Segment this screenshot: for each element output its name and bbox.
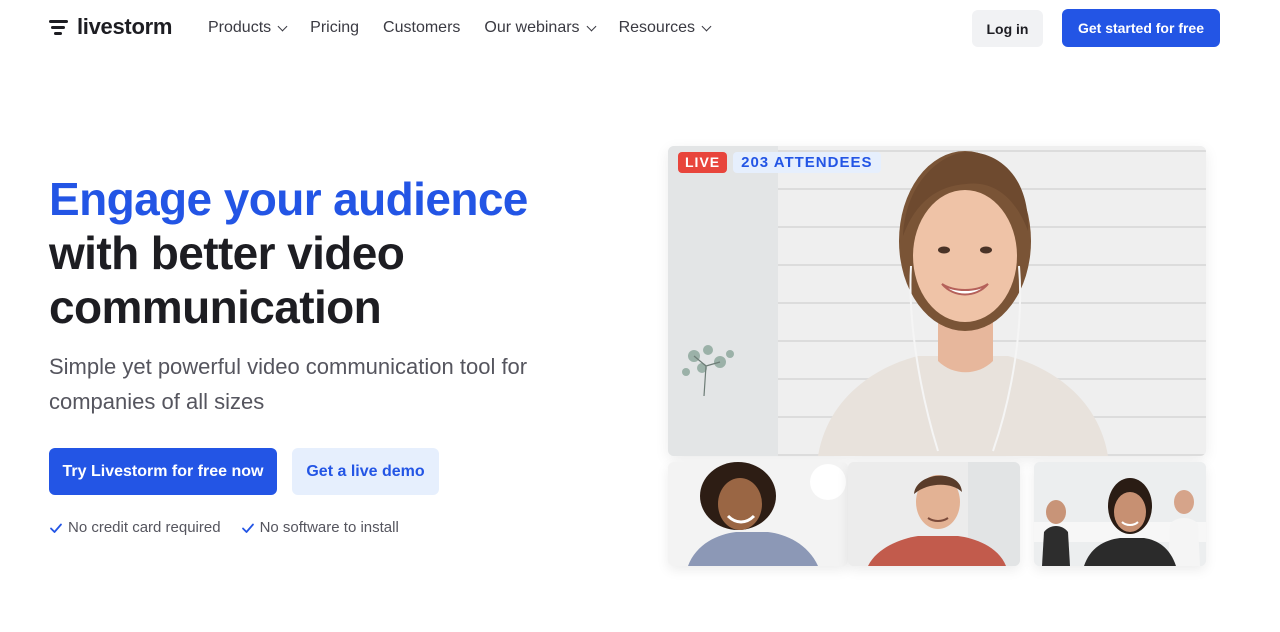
check-no-software: No software to install (241, 519, 399, 536)
background-wall-left (668, 146, 778, 456)
participant-video-1 (668, 462, 848, 566)
nav-products-label: Products (208, 19, 272, 36)
presenter-video (818, 151, 1108, 456)
login-button[interactable]: Log in (972, 10, 1043, 47)
nav-resources[interactable]: Resources (618, 18, 712, 38)
nav-links: Products Pricing Customers Our webinars … (208, 18, 734, 38)
participant-thumbnails (666, 462, 1206, 566)
main-video-feed: LIVE 203 ATTENDEES (668, 146, 1206, 456)
check-label: No credit card required (68, 519, 221, 536)
top-navigation: livestorm Products Pricing Customers Our… (0, 0, 1280, 56)
participant-1-image (668, 462, 848, 566)
webinar-preview: LIVE 203 ATTENDEES (666, 146, 1206, 566)
nav-resources-label: Resources (618, 19, 696, 36)
live-badge: LIVE (678, 152, 728, 173)
nav-pricing-label: Pricing (310, 19, 360, 36)
nav-pricing[interactable]: Pricing (310, 18, 359, 38)
livestorm-logo-icon (49, 17, 69, 37)
logo-text: livestorm (77, 14, 173, 39)
live-status-badges: LIVE 203 ATTENDEES (678, 152, 881, 173)
chevron-down-icon (277, 21, 288, 31)
feature-checks: No credit card required No software to i… (49, 519, 419, 536)
nav-customers-label: Customers (383, 19, 461, 36)
headline-highlight: Engage your audience (49, 173, 528, 225)
hero-subtitle: Simple yet powerful video communication … (49, 354, 528, 414)
participant-2-image (848, 462, 1020, 566)
nav-products[interactable]: Products (208, 18, 288, 38)
chevron-down-icon (701, 21, 712, 31)
check-no-credit-card: No credit card required (49, 519, 221, 536)
nav-customers[interactable]: Customers (383, 18, 460, 38)
checkmark-icon (241, 523, 254, 533)
try-free-button[interactable]: Try Livestorm for free now (49, 448, 277, 495)
check-label: No software to install (259, 519, 399, 536)
checkmark-icon (50, 523, 62, 533)
livestorm-logo[interactable]: livestorm (49, 14, 172, 40)
nav-webinars-label: Our webinars (484, 19, 580, 36)
chevron-down-icon (586, 21, 597, 31)
get-started-button[interactable]: Get started for free (1062, 9, 1220, 47)
participant-3-image (1034, 462, 1206, 566)
participant-video-2 (848, 462, 1020, 566)
headline-line-2: with better video (49, 227, 405, 279)
headline-line-3: communication (49, 281, 382, 333)
live-demo-button[interactable]: Get a live demo (292, 448, 439, 495)
participant-video-3 (1034, 462, 1206, 566)
plant-decoration (682, 345, 734, 396)
hero-headline: Engage your audience with better video c… (49, 172, 609, 334)
nav-our-webinars[interactable]: Our webinars (484, 18, 597, 38)
attendees-badge: 203 ATTENDEES (733, 152, 881, 173)
